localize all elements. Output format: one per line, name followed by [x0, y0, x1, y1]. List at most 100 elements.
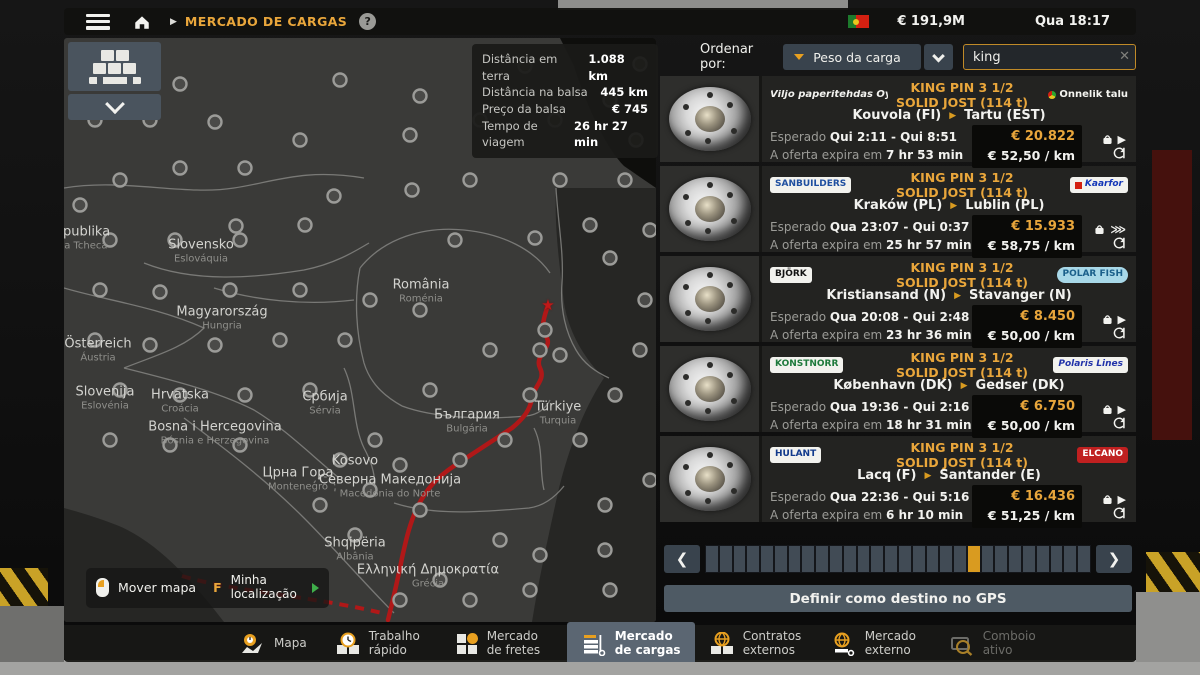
city-dot[interactable] — [574, 434, 587, 447]
page-segment[interactable] — [968, 546, 980, 572]
page-segment[interactable] — [720, 546, 732, 572]
set-gps-destination-button[interactable]: Definir como destino no GPS — [664, 585, 1132, 612]
city-dot[interactable] — [604, 252, 617, 265]
city-dot[interactable] — [334, 74, 347, 87]
prev-page-button[interactable]: ❮ — [664, 545, 700, 573]
city-dot[interactable] — [539, 324, 552, 337]
city-dot[interactable] — [104, 234, 117, 247]
city-dot[interactable] — [94, 284, 107, 297]
page-segment[interactable] — [706, 546, 718, 572]
city-dot[interactable] — [154, 286, 167, 299]
city-dot[interactable] — [299, 219, 312, 232]
tab-mapa[interactable]: Mapa — [224, 625, 321, 662]
city-dot[interactable] — [234, 234, 247, 247]
city-dot[interactable] — [524, 584, 537, 597]
city-dot[interactable] — [484, 344, 497, 357]
city-dot[interactable] — [394, 459, 407, 472]
city-dot[interactable] — [74, 199, 87, 212]
city-dot[interactable] — [234, 439, 247, 452]
city-dot[interactable] — [339, 334, 352, 347]
city-dot[interactable] — [364, 294, 377, 307]
page-segment[interactable] — [982, 546, 994, 572]
page-segment[interactable] — [816, 546, 828, 572]
home-icon[interactable] — [132, 13, 152, 31]
city-dot[interactable] — [114, 174, 127, 187]
clear-search-icon[interactable]: ✕ — [1119, 49, 1130, 64]
search-input[interactable] — [963, 44, 1136, 70]
city-dot[interactable] — [644, 224, 657, 237]
page-segment[interactable] — [871, 546, 883, 572]
city-dot[interactable] — [464, 174, 477, 187]
city-dot[interactable] — [599, 499, 612, 512]
menu-icon[interactable] — [86, 14, 110, 30]
city-dot[interactable] — [554, 349, 567, 362]
city-dot[interactable] — [414, 90, 427, 103]
city-dot[interactable] — [604, 584, 617, 597]
city-dot[interactable] — [634, 344, 647, 357]
city-dot[interactable] — [239, 162, 252, 175]
page-segment[interactable] — [954, 546, 966, 572]
page-segment[interactable] — [913, 546, 925, 572]
page-segment[interactable] — [1023, 546, 1035, 572]
cargo-overview-button[interactable] — [68, 42, 161, 91]
city-dot[interactable] — [619, 174, 632, 187]
cargo-offer-row[interactable]: Viljo paperitehdas Oy KING PIN 3 1/2 SOL… — [660, 76, 1136, 162]
cargo-offer-row[interactable]: BJÖRK KING PIN 3 1/2 SOLID JOST (114 t) … — [660, 256, 1136, 342]
city-dot[interactable] — [449, 234, 462, 247]
tab-contratos-externos[interactable]: Contratos externos — [695, 625, 817, 662]
cargo-offer-row[interactable]: KONSTNORR KING PIN 3 1/2 SOLID JOST (114… — [660, 346, 1136, 432]
page-segment[interactable] — [747, 546, 759, 572]
city-dot[interactable] — [414, 504, 427, 517]
page-segment[interactable] — [802, 546, 814, 572]
city-dot[interactable] — [599, 544, 612, 557]
city-dot[interactable] — [230, 220, 243, 233]
city-dot[interactable] — [639, 294, 652, 307]
city-dot[interactable] — [584, 219, 597, 232]
help-icon[interactable]: ? — [359, 13, 376, 30]
page-segment[interactable] — [899, 546, 911, 572]
page-segment[interactable] — [1078, 546, 1090, 572]
page-segment[interactable] — [1009, 546, 1021, 572]
city-dot[interactable] — [209, 116, 222, 129]
page-segment[interactable] — [995, 546, 1007, 572]
collapse-panel-button[interactable] — [68, 94, 161, 120]
sort-expand-button[interactable] — [924, 44, 953, 70]
city-dot[interactable] — [609, 389, 622, 402]
city-dot[interactable] — [534, 344, 547, 357]
tab-mercado-externo[interactable]: Mercado externo — [817, 625, 935, 662]
city-dot[interactable] — [524, 389, 537, 402]
city-dot[interactable] — [644, 474, 657, 487]
next-page-button[interactable]: ❯ — [1096, 545, 1132, 573]
city-dot[interactable] — [534, 549, 547, 562]
city-dot[interactable] — [114, 384, 127, 397]
city-dot[interactable] — [174, 78, 187, 91]
city-dot[interactable] — [294, 134, 307, 147]
page-segment[interactable] — [734, 546, 746, 572]
cargo-offer-row[interactable]: HULANT KING PIN 3 1/2 SOLID JOST (114 t)… — [660, 436, 1136, 522]
city-dot[interactable] — [304, 384, 317, 397]
city-dot[interactable] — [434, 574, 447, 587]
page-segment[interactable] — [858, 546, 870, 572]
city-dot[interactable] — [364, 484, 377, 497]
city-dot[interactable] — [394, 594, 407, 607]
sort-dropdown[interactable]: Peso da carga — [783, 44, 921, 70]
city-dot[interactable] — [454, 454, 467, 467]
city-dot[interactable] — [349, 529, 362, 542]
page-segment[interactable] — [927, 546, 939, 572]
page-segment[interactable] — [830, 546, 842, 572]
city-dot[interactable] — [274, 334, 287, 347]
page-segment[interactable] — [761, 546, 773, 572]
city-dot[interactable] — [529, 232, 542, 245]
page-segment[interactable] — [1037, 546, 1049, 572]
city-dot[interactable] — [144, 339, 157, 352]
city-dot[interactable] — [294, 284, 307, 297]
city-dot[interactable] — [328, 190, 341, 203]
city-dot[interactable] — [464, 594, 477, 607]
city-dot[interactable] — [499, 434, 512, 447]
tab-mercado-de-cargas[interactable]: Mercado de cargas — [567, 622, 695, 662]
city-dot[interactable] — [224, 284, 237, 297]
city-dot[interactable] — [406, 184, 419, 197]
city-dot[interactable] — [164, 439, 177, 452]
city-dot[interactable] — [334, 454, 347, 467]
page-segments[interactable] — [705, 545, 1091, 573]
